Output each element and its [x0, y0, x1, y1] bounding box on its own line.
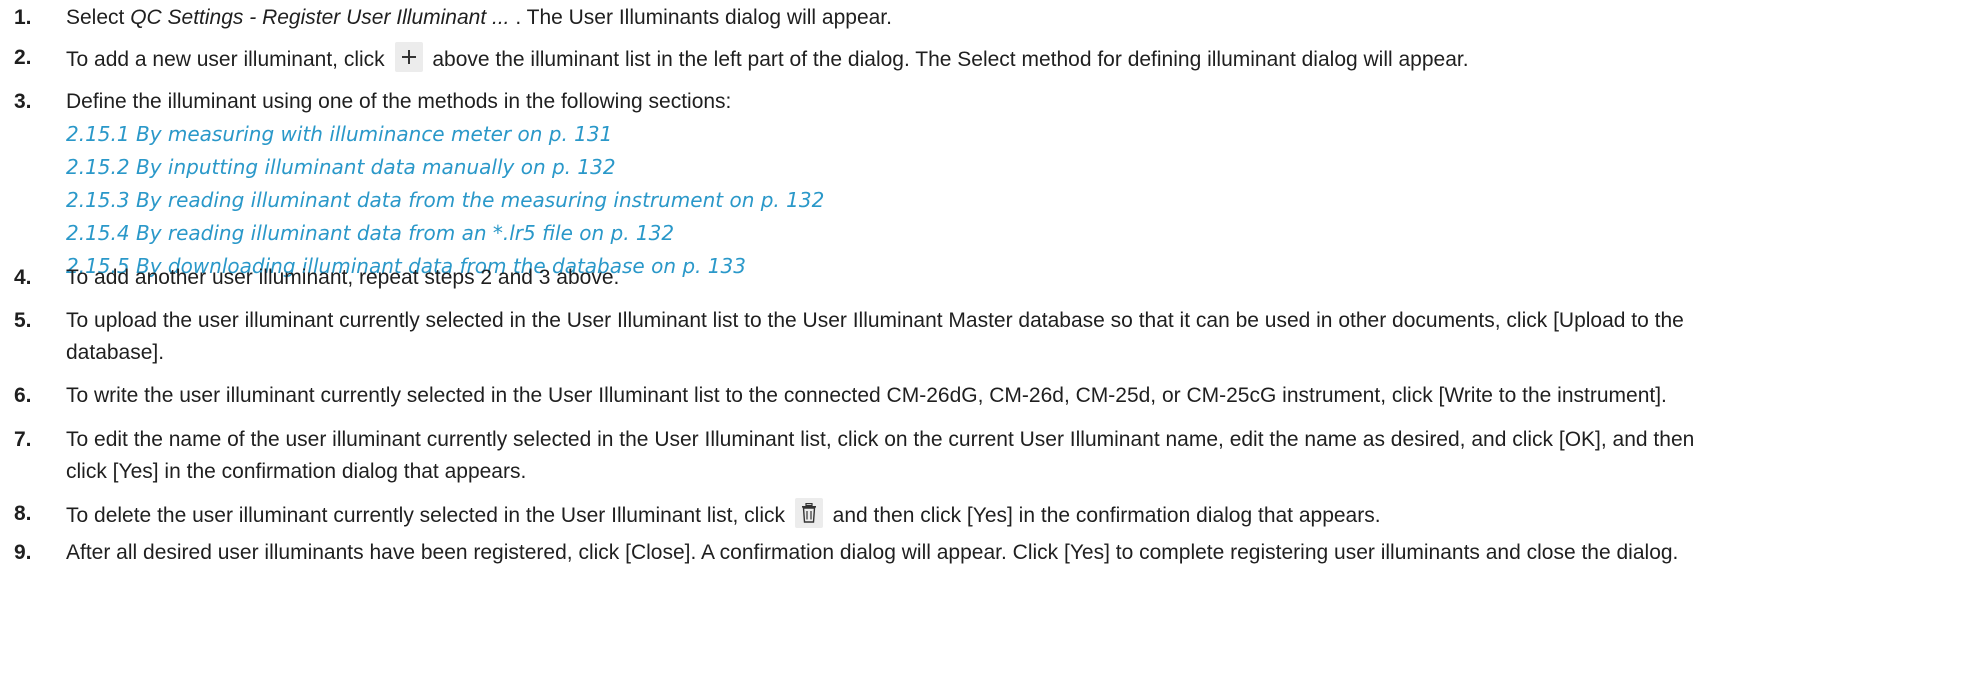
step-text: After all desired user illuminants have … — [66, 541, 1679, 564]
trash-icon — [794, 498, 823, 528]
step-text: Define the illuminant using one of the m… — [66, 90, 732, 113]
step-number: 4. — [14, 266, 32, 289]
step-text: and then click [Yes] in the confirmation… — [832, 504, 1381, 527]
section-link-2-15-1[interactable]: 2.15.1 By measuring with illuminance met… — [66, 122, 612, 146]
step-number: 9. — [14, 541, 32, 564]
step-text: To add a new user illuminant, click — [66, 48, 385, 71]
step-number: 1. — [14, 6, 32, 29]
step-text: above the illuminant list in the left pa… — [432, 48, 1469, 71]
step-number: 8. — [14, 502, 32, 525]
step-number: 3. — [14, 90, 32, 113]
step-text: To edit the name of the user illuminant … — [66, 428, 1695, 451]
step-number: 5. — [14, 309, 32, 332]
step-number: 6. — [14, 384, 32, 407]
step-text: Select — [66, 6, 131, 29]
instruction-page: 1. Select QC Settings - Register User Il… — [0, 0, 1963, 686]
plus-icon — [394, 42, 423, 72]
section-link-2-15-3[interactable]: 2.15.3 By reading illuminant data from t… — [66, 188, 824, 212]
step-number: 2. — [14, 46, 32, 69]
menu-path: QC Settings - Register User Illuminant .… — [130, 6, 510, 29]
section-link-list: 2.15.1 By measuring with illuminance met… — [66, 118, 1957, 283]
step-text: To add another user illuminant, repeat s… — [66, 266, 620, 289]
section-link-2-15-2[interactable]: 2.15.2 By inputting illuminant data manu… — [66, 155, 616, 179]
step-text: To delete the user illuminant currently … — [66, 504, 785, 527]
section-link-2-15-4[interactable]: 2.15.4 By reading illuminant data from a… — [66, 221, 674, 245]
step-text: click [Yes] in the confirmation dialog t… — [66, 460, 527, 483]
step-text: database]. — [66, 341, 165, 364]
step-text: To upload the user illuminant currently … — [66, 309, 1684, 332]
step-number: 7. — [14, 428, 32, 451]
step-text: To write the user illuminant currently s… — [66, 384, 1667, 407]
step-text: . The User Illuminants dialog will appea… — [509, 6, 892, 29]
